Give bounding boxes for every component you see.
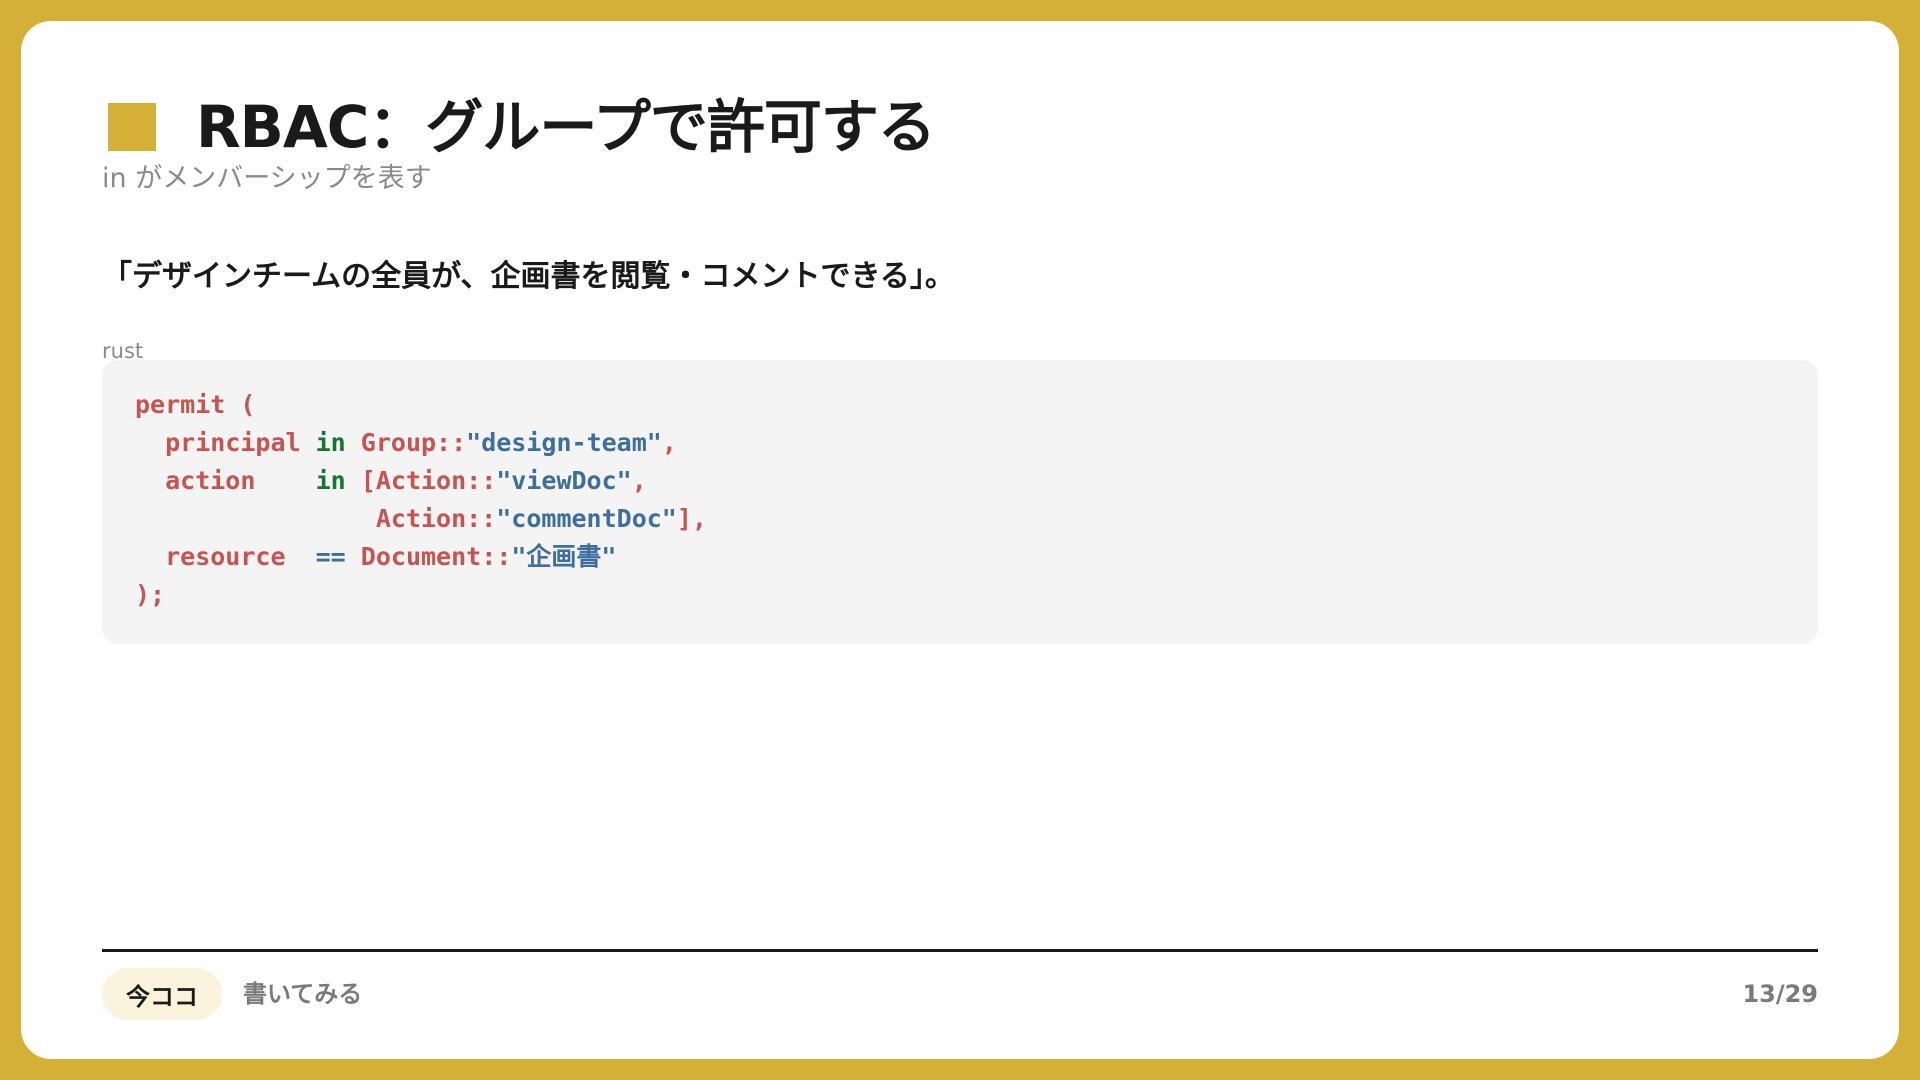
code-content: permit ( principal in Group::"design-tea… xyxy=(135,386,707,614)
code-token: ); xyxy=(135,580,166,609)
code-token: "企画書" xyxy=(511,542,617,571)
code-token: Group:: xyxy=(345,428,467,457)
code-token: Document:: xyxy=(345,542,512,571)
code-token: "design-team" xyxy=(466,428,662,457)
code-line: ); xyxy=(135,576,707,614)
code-token: [Action:: xyxy=(345,466,497,495)
slide: RBAC：グループで許可する in がメンバーシップを表す 「デザインチームの全… xyxy=(21,21,1899,1059)
code-token: , xyxy=(631,466,647,495)
slide-title: RBAC：グループで許可する xyxy=(196,93,936,161)
code-line: action in [Action::"viewDoc", xyxy=(135,462,707,500)
lead-text: 「デザインチームの全員が、企画書を閲覧・コメントできる」。 xyxy=(102,259,955,294)
footer-divider xyxy=(102,949,1818,952)
code-token: == xyxy=(315,542,346,571)
code-token: principal xyxy=(135,428,316,457)
code-token: in xyxy=(315,428,346,457)
page-number: 13/29 xyxy=(1742,980,1818,1008)
code-token: action xyxy=(135,466,316,495)
current-section-badge: 今ココ xyxy=(102,968,222,1020)
slide-subtitle: in がメンバーシップを表す xyxy=(102,163,432,194)
code-line: permit ( xyxy=(135,386,707,424)
code-token: in xyxy=(315,466,346,495)
code-token: , xyxy=(661,428,677,457)
code-line: principal in Group::"design-team", xyxy=(135,424,707,462)
code-token: "commentDoc" xyxy=(496,504,677,533)
code-token: permit ( xyxy=(135,390,256,419)
code-line: Action::"commentDoc"], xyxy=(135,500,707,538)
code-line: resource == Document::"企画書" xyxy=(135,538,707,576)
title-accent-square-icon xyxy=(108,103,156,151)
code-token: "viewDoc" xyxy=(496,466,632,495)
title-row: RBAC：グループで許可する xyxy=(108,87,936,167)
code-block: permit ( principal in Group::"design-tea… xyxy=(102,360,1818,644)
code-token: ], xyxy=(676,504,707,533)
code-token: Action:: xyxy=(135,504,497,533)
code-token: resource xyxy=(135,542,316,571)
footer-section-label: 書いてみる xyxy=(243,980,363,1008)
